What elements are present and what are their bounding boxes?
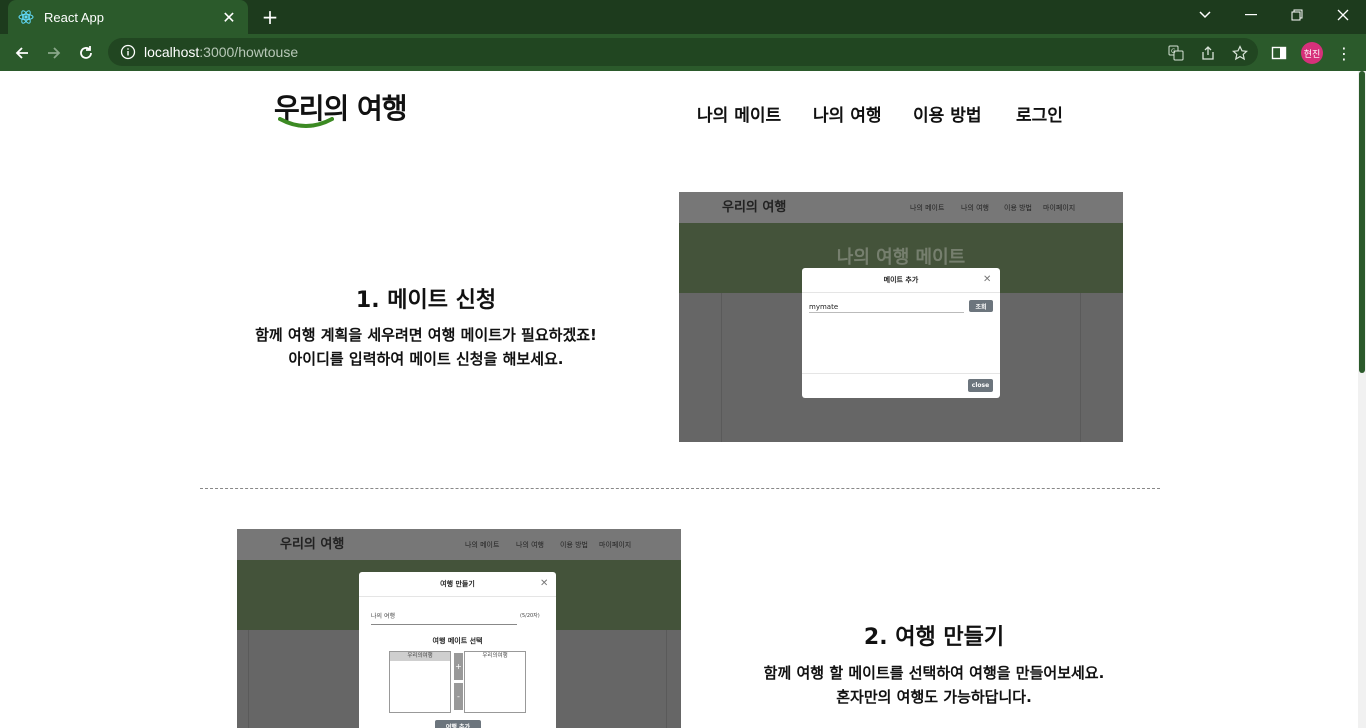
section2-title: 2. 여행 만들기 — [863, 625, 1005, 650]
mate-add-modal: 메이트 추가 ✕ mymate 조회 close — [802, 268, 1000, 398]
section2-desc: 함께 여행 할 메이트를 선택하여 여행을 만들어보세요. 혼자만의 여행도 가… — [763, 664, 1105, 706]
translate-icon[interactable]: G — [1166, 43, 1186, 63]
tab-title: React App — [44, 9, 104, 25]
mini-logo: 우리의 여행 — [722, 200, 787, 215]
minimize-button[interactable] — [1228, 0, 1274, 30]
mini-nav-item: 마이페이지 — [1043, 204, 1076, 212]
input-underline — [809, 312, 964, 313]
selected-mates-list: 우리의여행 — [464, 651, 526, 713]
mate-select-label: 여행 메이트 선택 — [432, 637, 483, 645]
mini-logo: 우리의 여행 — [280, 537, 345, 552]
side-panel-icon[interactable] — [1269, 43, 1289, 63]
logo-smile-icon — [278, 117, 334, 128]
close-button: close — [968, 379, 993, 392]
site-logo[interactable]: 우리의 여행 — [274, 87, 408, 131]
nav-how-to-use[interactable]: 이용 방법 — [913, 101, 981, 126]
scrollbar-thumb[interactable] — [1359, 71, 1365, 373]
react-logo-icon — [18, 9, 34, 25]
close-window-button[interactable] — [1320, 0, 1366, 30]
reload-icon[interactable] — [73, 40, 99, 66]
trip-name-input: 나의 여행 — [371, 613, 395, 620]
list-item: 우리의여행 — [482, 653, 508, 659]
create-trip-button: 여행 추가 — [435, 720, 481, 728]
modal-footer-line — [802, 373, 1000, 374]
url-path: :3000/howtouse — [199, 44, 299, 60]
nav-my-trip[interactable]: 나의 여행 — [813, 101, 881, 126]
restore-button[interactable] — [1274, 0, 1320, 30]
modal-close-icon: ✕ — [983, 274, 992, 285]
forward-arrow-icon[interactable] — [41, 40, 67, 66]
site-info-icon[interactable] — [120, 44, 136, 60]
svg-text:G: G — [1171, 48, 1176, 55]
available-mates-list: 우리의여행 — [389, 651, 451, 713]
search-button: 조회 — [969, 300, 993, 312]
nav-my-mate[interactable]: 나의 메이트 — [697, 101, 781, 126]
list-item: 우리의여행 — [390, 652, 450, 661]
new-tab-button[interactable]: + — [258, 5, 282, 29]
section1-desc: 함께 여행 계획을 세우려면 여행 메이트가 필요하겠죠! 아이디를 입력하여 … — [255, 326, 597, 368]
page-content: 우리의 여행 나의 메이트 나의 여행 이용 방법 로그인 1. 메이트 신청 … — [0, 71, 1358, 728]
mini-nav-item: 이용 방법 — [1004, 204, 1032, 212]
mini-banner-title: 나의 여행 메이트 — [836, 247, 966, 268]
nav-login[interactable]: 로그인 — [1016, 101, 1063, 126]
mini-column-line — [721, 293, 722, 442]
mini-column-line — [248, 630, 249, 728]
mini-nav-item: 나의 여행 — [516, 541, 544, 549]
section2-screenshot: 우리의 여행 나의 메이트 나의 여행 이용 방법 마이페이지 여행 만들기 ✕… — [237, 529, 681, 728]
mini-column-line — [1080, 293, 1081, 442]
mini-nav-item: 이용 방법 — [560, 541, 588, 549]
share-icon[interactable] — [1198, 43, 1218, 63]
modal-title: 여행 만들기 — [359, 572, 556, 597]
modal-title: 메이트 추가 — [802, 268, 1000, 293]
back-arrow-icon[interactable] — [9, 40, 35, 66]
section1-title: 1. 메이트 신청 — [355, 288, 497, 313]
mini-nav-item: 나의 메이트 — [910, 204, 945, 212]
browser-tab-bar: React App ✕ + — [0, 0, 1366, 34]
browser-tab[interactable]: React App ✕ — [8, 0, 248, 34]
tab-search-icon[interactable] — [1182, 0, 1228, 30]
mini-column-line — [666, 630, 667, 728]
tab-close-icon[interactable]: ✕ — [220, 8, 238, 27]
trip-create-modal: 여행 만들기 ✕ 나의 여행 (5/20자) 여행 메이트 선택 우리의여행 +… — [359, 572, 556, 728]
modal-close-icon: ✕ — [540, 578, 549, 589]
url-host: localhost — [144, 44, 200, 60]
char-count: (5/20자) — [520, 613, 540, 619]
address-bar[interactable]: localhost:3000/howtouse — [108, 38, 1258, 66]
mini-nav-item: 마이페이지 — [599, 541, 632, 549]
bookmark-star-icon[interactable] — [1230, 43, 1250, 63]
page-scrollbar[interactable] — [1358, 71, 1366, 728]
input-underline — [371, 624, 517, 625]
profile-avatar[interactable]: 현진 — [1301, 42, 1323, 64]
mini-nav-item: 나의 메이트 — [465, 541, 500, 549]
browser-menu-icon[interactable]: ⋮ — [1334, 42, 1354, 64]
mini-nav-item: 나의 여행 — [961, 204, 989, 212]
section-divider — [200, 488, 1160, 489]
remove-mate-button: - — [454, 683, 463, 710]
add-mate-button: + — [454, 653, 463, 680]
section1-screenshot: 우리의 여행 나의 메이트 나의 여행 이용 방법 마이페이지 나의 여행 메이… — [679, 192, 1123, 442]
mate-id-input: mymate — [809, 303, 839, 311]
browser-toolbar: localhost:3000/howtouse G 현진 ⋮ — [0, 34, 1366, 71]
